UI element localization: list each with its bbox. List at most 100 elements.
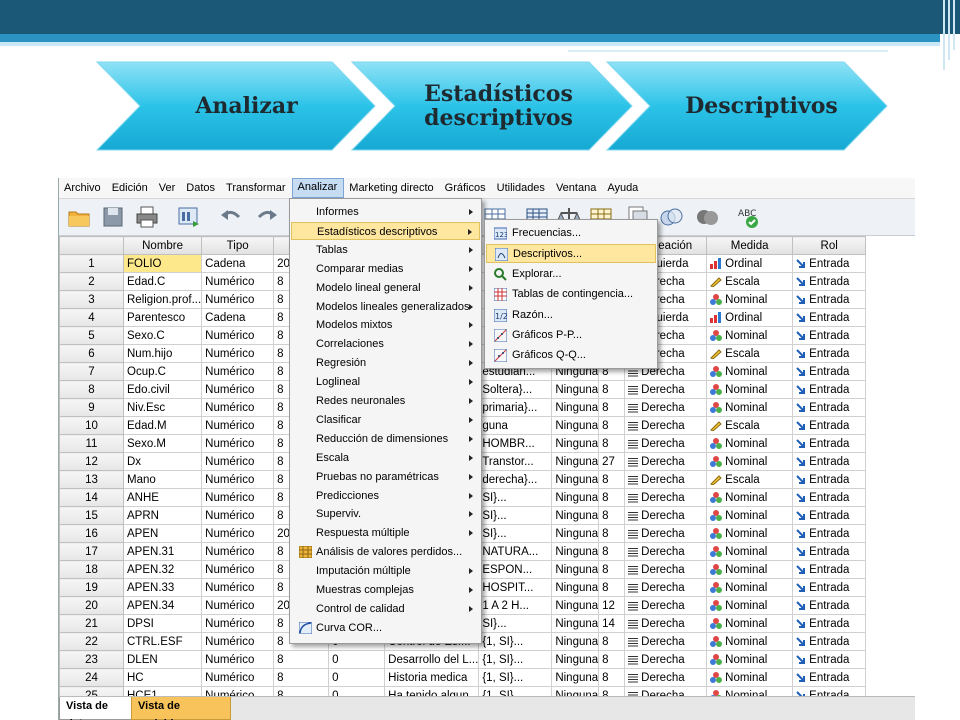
table-cell[interactable]: Escala — [706, 272, 794, 291]
table-cell[interactable]: Entrada — [792, 560, 867, 579]
menu-ventana[interactable]: Ventana — [551, 179, 602, 197]
print-icon[interactable] — [135, 205, 159, 229]
table-cell[interactable]: 0 — [328, 650, 386, 669]
table-cell[interactable]: Cadena — [201, 254, 275, 273]
table-cell[interactable]: Numérico — [201, 380, 275, 399]
redo-icon[interactable] — [255, 205, 279, 229]
column-header[interactable]: Tipo — [201, 236, 275, 255]
menu-datos[interactable]: Datos — [181, 179, 221, 197]
table-cell[interactable]: Nominal — [706, 632, 794, 651]
table-cell[interactable]: Transtor... — [478, 452, 553, 471]
menu-item-escala[interactable]: Escala — [291, 449, 480, 467]
table-cell[interactable]: SI}... — [478, 524, 553, 543]
table-cell[interactable]: Numérico — [201, 488, 275, 507]
table-cell[interactable]: Ninguna — [551, 380, 600, 399]
menu-item-predicciones[interactable]: Predicciones — [291, 487, 480, 505]
row-number[interactable]: 13 — [59, 470, 124, 489]
row-number[interactable]: 12 — [59, 452, 124, 471]
table-cell[interactable]: Num.hijo — [122, 344, 203, 363]
table-cell[interactable]: Numérico — [201, 470, 275, 489]
tab-vista-variables[interactable]: Vista de variables — [131, 697, 231, 720]
table-cell[interactable]: derecha}... — [478, 470, 553, 489]
table-cell[interactable]: 8 — [598, 650, 626, 669]
row-number[interactable]: 5 — [59, 326, 124, 345]
table-cell[interactable]: Sexo.M — [122, 434, 203, 453]
submenu-item-explorar[interactable]: Explorar... — [486, 265, 656, 284]
row-number[interactable]: 15 — [59, 506, 124, 525]
table-cell[interactable]: Numérico — [201, 434, 275, 453]
table-cell[interactable]: Numérico — [201, 578, 275, 597]
table-cell[interactable]: 8 — [273, 650, 330, 669]
table-cell[interactable]: Historia medica — [384, 668, 480, 687]
row-number[interactable]: 16 — [59, 524, 124, 543]
table-cell[interactable]: Numérico — [201, 452, 275, 471]
table-cell[interactable]: Dx — [122, 452, 203, 471]
table-cell[interactable]: Entrada — [792, 452, 867, 471]
tab-vista-datos[interactable]: Vista de datos — [59, 697, 137, 720]
table-cell[interactable]: APRN — [122, 506, 203, 525]
table-cell[interactable]: Derecha — [624, 506, 708, 525]
table-cell[interactable]: HC — [122, 668, 203, 687]
table-cell[interactable]: DLEN — [122, 650, 203, 669]
menu-item-análisis-de-valores-perdidos[interactable]: Análisis de valores perdidos... — [291, 543, 480, 561]
menu-item-tablas[interactable]: Tablas — [291, 241, 480, 259]
menu-item-reducción-de-dimensiones[interactable]: Reducción de dimensiones — [291, 430, 480, 448]
table-cell[interactable]: Nominal — [706, 326, 794, 345]
use-sets-icon[interactable] — [659, 205, 683, 229]
table-cell[interactable]: Ninguna — [551, 668, 600, 687]
table-cell[interactable]: Nominal — [706, 560, 794, 579]
table-cell[interactable]: Edad.C — [122, 272, 203, 291]
table-cell[interactable]: 8 — [598, 560, 626, 579]
table-cell[interactable]: Ninguna — [551, 470, 600, 489]
menu-item-superviv[interactable]: Superviv. — [291, 505, 480, 523]
table-cell[interactable]: 8 — [598, 506, 626, 525]
menu-marketing[interactable]: Marketing directo — [344, 179, 439, 197]
table-cell[interactable]: Numérico — [201, 326, 275, 345]
row-number[interactable]: 20 — [59, 596, 124, 615]
table-cell[interactable]: Nominal — [706, 488, 794, 507]
menu-item-redes-neuronales[interactable]: Redes neuronales — [291, 392, 480, 410]
table-cell[interactable]: DPSI — [122, 614, 203, 633]
table-cell[interactable]: Numérico — [201, 524, 275, 543]
menu-item-comparar-medias[interactable]: Comparar medias — [291, 260, 480, 278]
table-cell[interactable]: Numérico — [201, 560, 275, 579]
table-cell[interactable]: APEN — [122, 524, 203, 543]
table-cell[interactable]: Nominal — [706, 668, 794, 687]
row-number[interactable]: 23 — [59, 650, 124, 669]
menu-item-modelos-lineales-generalizados[interactable]: Modelos lineales generalizados — [291, 298, 480, 316]
table-cell[interactable]: Nominal — [706, 380, 794, 399]
menu-item-informes[interactable]: Informes — [291, 203, 480, 221]
table-cell[interactable]: Ninguna — [551, 632, 600, 651]
table-cell[interactable]: Numérico — [201, 668, 275, 687]
table-cell[interactable]: SI}... — [478, 488, 553, 507]
table-cell[interactable]: Ninguna — [551, 506, 600, 525]
table-cell[interactable]: Derecha — [624, 578, 708, 597]
table-cell[interactable]: 8 — [598, 632, 626, 651]
menu-item-imputación-múltiple[interactable]: Imputación múltiple — [291, 562, 480, 580]
table-cell[interactable]: Derecha — [624, 596, 708, 615]
table-cell[interactable]: Desarrollo del L... — [384, 650, 480, 669]
table-cell[interactable]: Entrada — [792, 614, 867, 633]
table-cell[interactable]: Entrada — [792, 272, 867, 291]
table-cell[interactable]: Nominal — [706, 524, 794, 543]
table-cell[interactable]: Nominal — [706, 506, 794, 525]
save-icon[interactable] — [101, 205, 125, 229]
table-cell[interactable]: Nominal — [706, 398, 794, 417]
table-cell[interactable]: Entrada — [792, 398, 867, 417]
menu-item-curva-cor[interactable]: Curva COR... — [291, 619, 480, 637]
table-cell[interactable]: Derecha — [624, 470, 708, 489]
table-cell[interactable]: Derecha — [624, 398, 708, 417]
menu-ayuda[interactable]: Ayuda — [602, 179, 644, 197]
table-cell[interactable]: Cadena — [201, 308, 275, 327]
table-cell[interactable]: Entrada — [792, 308, 867, 327]
table-cell[interactable]: Ninguna — [551, 488, 600, 507]
table-cell[interactable]: Numérico — [201, 506, 275, 525]
table-cell[interactable]: ANHE — [122, 488, 203, 507]
row-number[interactable]: 2 — [59, 272, 124, 291]
table-cell[interactable]: 27 — [598, 452, 626, 471]
row-number[interactable]: 8 — [59, 380, 124, 399]
table-cell[interactable]: Derecha — [624, 542, 708, 561]
table-cell[interactable]: Entrada — [792, 470, 867, 489]
table-cell[interactable]: Numérico — [201, 290, 275, 309]
table-cell[interactable]: ESPON... — [478, 560, 553, 579]
